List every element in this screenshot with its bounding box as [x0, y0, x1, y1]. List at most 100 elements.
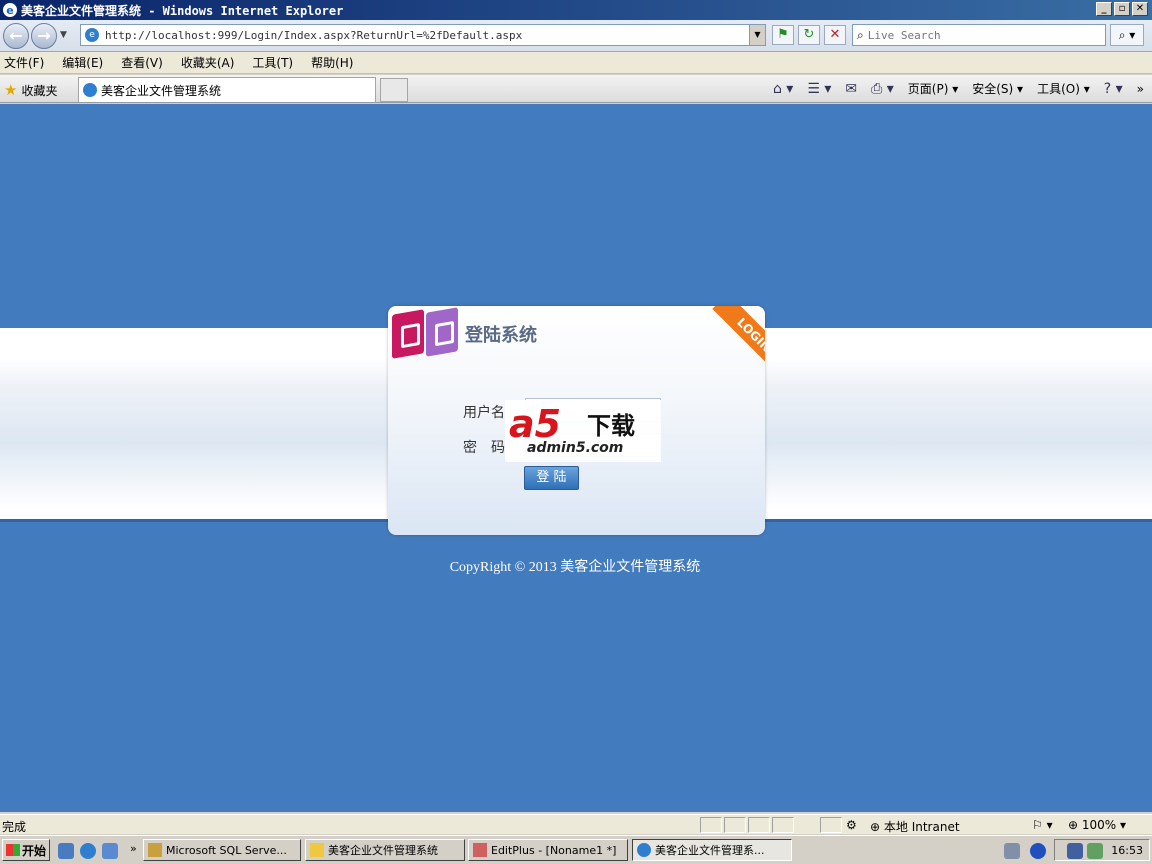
- protected-mode-icon[interactable]: ⚙: [846, 818, 857, 832]
- tab-favicon-icon: [83, 83, 97, 97]
- menu-file[interactable]: 文件(F): [4, 54, 44, 71]
- chevron-more-icon[interactable]: »: [1137, 82, 1144, 96]
- menu-edit[interactable]: 编辑(E): [62, 54, 103, 71]
- status-cell: [772, 817, 794, 833]
- quicklaunch-ie-icon[interactable]: [80, 843, 96, 859]
- windows-logo-icon: [6, 844, 20, 856]
- system-tray: 16:53: [1054, 839, 1150, 861]
- security-zone[interactable]: ⊕ 本地 Intranet: [870, 818, 960, 835]
- favorites-label: 收藏夹: [21, 83, 58, 98]
- feeds-icon[interactable]: ☰ ▾: [807, 81, 831, 97]
- zone-label: 本地 Intranet: [883, 820, 960, 834]
- tab-bar: ★ 收藏夹 美客企业文件管理系统 ⌂ ▾ ☰ ▾ ✉ ⎙ ▾ 页面(P) ▾ 安…: [0, 75, 1152, 103]
- zoom-icon: ⊕: [1068, 818, 1079, 832]
- restore-button[interactable]: ▫: [1114, 2, 1130, 16]
- globe-icon: ⊕: [870, 820, 881, 834]
- home-icon[interactable]: ⌂ ▾: [773, 81, 793, 97]
- status-cell: [820, 817, 842, 833]
- login-title: 登陆系统: [465, 325, 537, 346]
- start-button[interactable]: 开始: [2, 839, 50, 861]
- back-button[interactable]: ←: [3, 23, 29, 49]
- address-toolbar: ← → ▼ e ▼ ⚑ ↻ ✕ ⌕ ⌕ ▾: [0, 20, 1152, 52]
- favorites-star-icon: ★: [4, 81, 18, 99]
- status-cell: [748, 817, 770, 833]
- taskbar-item-ie[interactable]: 美客企业文件管理系...: [632, 839, 792, 861]
- history-dropdown-icon[interactable]: ▼: [60, 30, 67, 40]
- menu-bar: 文件(F) 编辑(E) 查看(V) 收藏夹(A) 工具(T) 帮助(H): [0, 52, 1152, 74]
- taskbar-item-editplus[interactable]: EditPlus - [Noname1 *]: [468, 839, 628, 861]
- status-text: 完成: [2, 820, 27, 834]
- print-icon[interactable]: ⎙ ▾: [871, 81, 894, 97]
- folder-icon: [310, 843, 324, 857]
- tab-active[interactable]: 美客企业文件管理系统: [78, 77, 376, 102]
- taskbar-item-folder[interactable]: 美客企业文件管理系统: [305, 839, 465, 861]
- safety-menu[interactable]: 安全(S) ▾: [972, 80, 1023, 97]
- tray-volume-icon[interactable]: [1087, 843, 1103, 859]
- refresh-icon[interactable]: ↻: [798, 25, 820, 45]
- search-box[interactable]: ⌕: [852, 24, 1106, 46]
- tray-network-icon[interactable]: [1067, 843, 1083, 859]
- menu-favorites[interactable]: 收藏夹(A): [181, 54, 235, 71]
- search-button[interactable]: ⌕ ▾: [1110, 24, 1144, 46]
- url-input[interactable]: [105, 28, 745, 42]
- mail-icon[interactable]: ✉: [845, 81, 857, 97]
- watermark-domain: admin5.com: [527, 440, 624, 456]
- quicklaunch-explorer-icon[interactable]: [102, 843, 118, 859]
- logo-right-icon: [426, 307, 458, 357]
- tools-menu[interactable]: 工具(O) ▾: [1037, 80, 1090, 97]
- menu-view[interactable]: 查看(V): [121, 54, 163, 71]
- taskbar-item-label: 美客企业文件管理系统: [328, 844, 438, 857]
- search-engine-icon: ⌕: [857, 27, 864, 42]
- editplus-icon: [473, 843, 487, 857]
- copyright-text: CopyRight © 2013 美客企业文件管理系统: [449, 560, 701, 575]
- start-label: 开始: [22, 843, 47, 858]
- quicklaunch-more-icon[interactable]: »: [130, 842, 137, 855]
- window-title: 美客企业文件管理系统 - Windows Internet Explorer: [21, 3, 344, 18]
- stop-icon[interactable]: ✕: [824, 25, 846, 45]
- search-input[interactable]: [867, 28, 1088, 42]
- menu-tools[interactable]: 工具(T): [252, 54, 293, 71]
- watermark-cn: 下载: [587, 412, 635, 440]
- tray-help-icon[interactable]: [1030, 843, 1046, 859]
- close-window-button[interactable]: ✕: [1132, 2, 1148, 16]
- zone-settings-icon[interactable]: ⚐ ▾: [1032, 818, 1053, 832]
- menu-help[interactable]: 帮助(H): [311, 54, 353, 71]
- taskbar-item-label: Microsoft SQL Serve...: [166, 843, 287, 857]
- page-menu[interactable]: 页面(P) ▾: [908, 80, 958, 97]
- password-label: 密 码: [463, 440, 505, 456]
- status-cell: [724, 817, 746, 833]
- tray-printer-icon[interactable]: [1004, 843, 1020, 859]
- favorites-button[interactable]: ★ 收藏夹: [4, 81, 57, 99]
- status-bar: 完成 ⚙ ⊕ 本地 Intranet ⚐ ▾ ⊕ 100% ▾: [0, 814, 1152, 834]
- taskbar: 开始 » Microsoft SQL Serve... 美客企业文件管理系统 E…: [0, 835, 1152, 864]
- sql-server-icon: [148, 843, 162, 857]
- forward-button[interactable]: →: [31, 23, 57, 49]
- login-ribbon: LOGIN: [712, 306, 765, 377]
- ie-logo-icon: e: [3, 3, 17, 17]
- command-bar: ⌂ ▾ ☰ ▾ ✉ ⎙ ▾ 页面(P) ▾ 安全(S) ▾ 工具(O) ▾ ? …: [773, 80, 1144, 97]
- minimize-button[interactable]: _: [1096, 2, 1112, 16]
- zoom-control[interactable]: ⊕ 100% ▾: [1068, 818, 1126, 832]
- taskbar-item-label: 美客企业文件管理系...: [655, 844, 765, 857]
- taskbar-item-sql[interactable]: Microsoft SQL Serve...: [143, 839, 301, 861]
- compatibility-icon[interactable]: ⚑: [772, 25, 794, 45]
- address-bar[interactable]: e ▼: [80, 24, 766, 46]
- zoom-value: 100%: [1081, 818, 1117, 832]
- window-controls: _ ▫ ✕: [1096, 2, 1148, 16]
- page-content: 登陆系统 LOGIN 用户名 密 码 登 陆 a5 下载 admin5.com …: [0, 104, 1152, 812]
- logo-left-icon: [392, 309, 424, 359]
- taskbar-item-label: EditPlus - [Noname1 *]: [491, 843, 617, 857]
- tab-label: 美客企业文件管理系统: [101, 83, 222, 98]
- ie-icon: [637, 843, 651, 857]
- site-favicon-icon: e: [85, 28, 99, 42]
- watermark-logo: a5 下载 admin5.com: [505, 400, 661, 462]
- new-tab-button[interactable]: [380, 78, 408, 102]
- clock[interactable]: 16:53: [1111, 844, 1143, 857]
- status-cell: [700, 817, 722, 833]
- quicklaunch-desktop-icon[interactable]: [58, 843, 74, 859]
- title-bar: e 美客企业文件管理系统 - Windows Internet Explorer…: [0, 0, 1152, 20]
- help-icon[interactable]: ? ▾: [1104, 81, 1123, 97]
- address-dropdown-icon[interactable]: ▼: [749, 25, 765, 45]
- username-label: 用户名: [463, 405, 505, 421]
- login-button[interactable]: 登 陆: [524, 466, 579, 490]
